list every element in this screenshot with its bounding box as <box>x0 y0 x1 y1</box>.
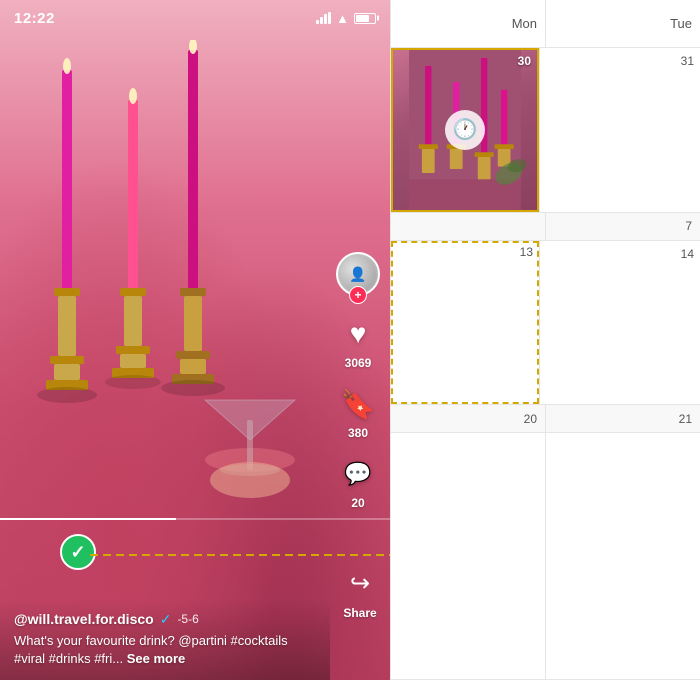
like-count: 3069 <box>345 356 372 370</box>
creator-avatar[interactable]: 👤 + <box>336 252 380 296</box>
week-date-21: 21 <box>545 405 700 432</box>
action-buttons: 👤 + ♥ 3069 🔖 380 💬 20 <box>336 252 380 510</box>
time-display: 12:22 <box>14 10 55 27</box>
dashed-connection-line <box>90 530 390 580</box>
week-date-7: 7 <box>545 213 700 240</box>
comment-count: 20 <box>351 496 364 510</box>
signal-icon <box>316 12 331 24</box>
video-info: @will.travel.for.disco ✓ -5-6 What's you… <box>0 599 330 680</box>
calendar-cell-20[interactable] <box>391 433 545 679</box>
calendar-col-tue: Tue <box>545 0 700 47</box>
verified-icon: ✓ <box>160 611 172 628</box>
calendar-row-1: 🕐 30 31 <box>391 48 700 213</box>
bookmark-icon: 🔖 <box>338 384 378 424</box>
username-row: @will.travel.for.disco ✓ -5-6 <box>14 611 316 628</box>
day-label-tue: Tue <box>670 16 692 31</box>
tiktok-panel: 12:22 ▲ 👤 + ♥ 3069 <box>0 0 390 680</box>
week-number-7-mon <box>391 213 545 240</box>
cell-date-14: 14 <box>546 247 694 261</box>
battery-icon <box>354 13 376 24</box>
wifi-icon: ▲ <box>336 11 349 26</box>
status-bar: 12:22 ▲ <box>0 0 390 36</box>
calendar-cell-21[interactable] <box>545 433 700 679</box>
cell-date-31: 31 <box>546 54 694 68</box>
calendar-col-mon: Mon <box>391 0 545 47</box>
progress-fill <box>0 518 176 520</box>
candles-illustration <box>10 40 330 520</box>
score-badge: -5-6 <box>177 612 198 626</box>
calendar-row-2: 13 14 <box>391 241 700 406</box>
event-placeholder-dashed[interactable] <box>391 241 539 405</box>
calendar-cell-31[interactable]: 31 <box>539 48 700 212</box>
event-thumbnail: 🕐 <box>393 50 537 210</box>
calendar-panel: Mon Tue <box>390 0 700 680</box>
share-label: Share <box>343 606 376 620</box>
calendar-cell-30[interactable]: 🕐 30 <box>391 48 539 212</box>
bookmark-count: 380 <box>348 426 368 440</box>
week-row-20: 20 21 <box>391 405 700 433</box>
cell-date-13: 13 <box>520 245 533 259</box>
see-more-button[interactable]: See more <box>127 651 186 666</box>
video-progress-bar[interactable] <box>0 518 390 520</box>
calendar-row-3 <box>391 433 700 680</box>
comment-icon: 💬 <box>338 454 378 494</box>
username-text: @will.travel.for.disco <box>14 611 154 627</box>
calendar-body: 🕐 30 31 7 13 14 <box>391 48 700 680</box>
event-card-solid[interactable]: 🕐 30 <box>391 48 539 212</box>
calendar-cell-14[interactable]: 14 <box>539 241 700 405</box>
follow-button[interactable]: + <box>349 286 367 304</box>
status-icons: ▲ <box>316 11 376 26</box>
day-label-mon: Mon <box>512 16 537 31</box>
calendar-cell-13[interactable]: 13 <box>391 241 539 405</box>
video-caption: What's your favourite drink? @partini #c… <box>14 632 316 668</box>
comment-button[interactable]: 💬 20 <box>338 454 378 510</box>
week-row-7: 7 <box>391 213 700 241</box>
like-button[interactable]: ♥ 3069 <box>338 314 378 370</box>
cell-date-30: 30 <box>518 54 531 68</box>
calendar-header: Mon Tue <box>391 0 700 48</box>
clock-icon: 🕐 <box>445 110 485 150</box>
bookmark-button[interactable]: 🔖 380 <box>338 384 378 440</box>
week-date-20: 20 <box>391 405 545 432</box>
heart-icon: ♥ <box>338 314 378 354</box>
